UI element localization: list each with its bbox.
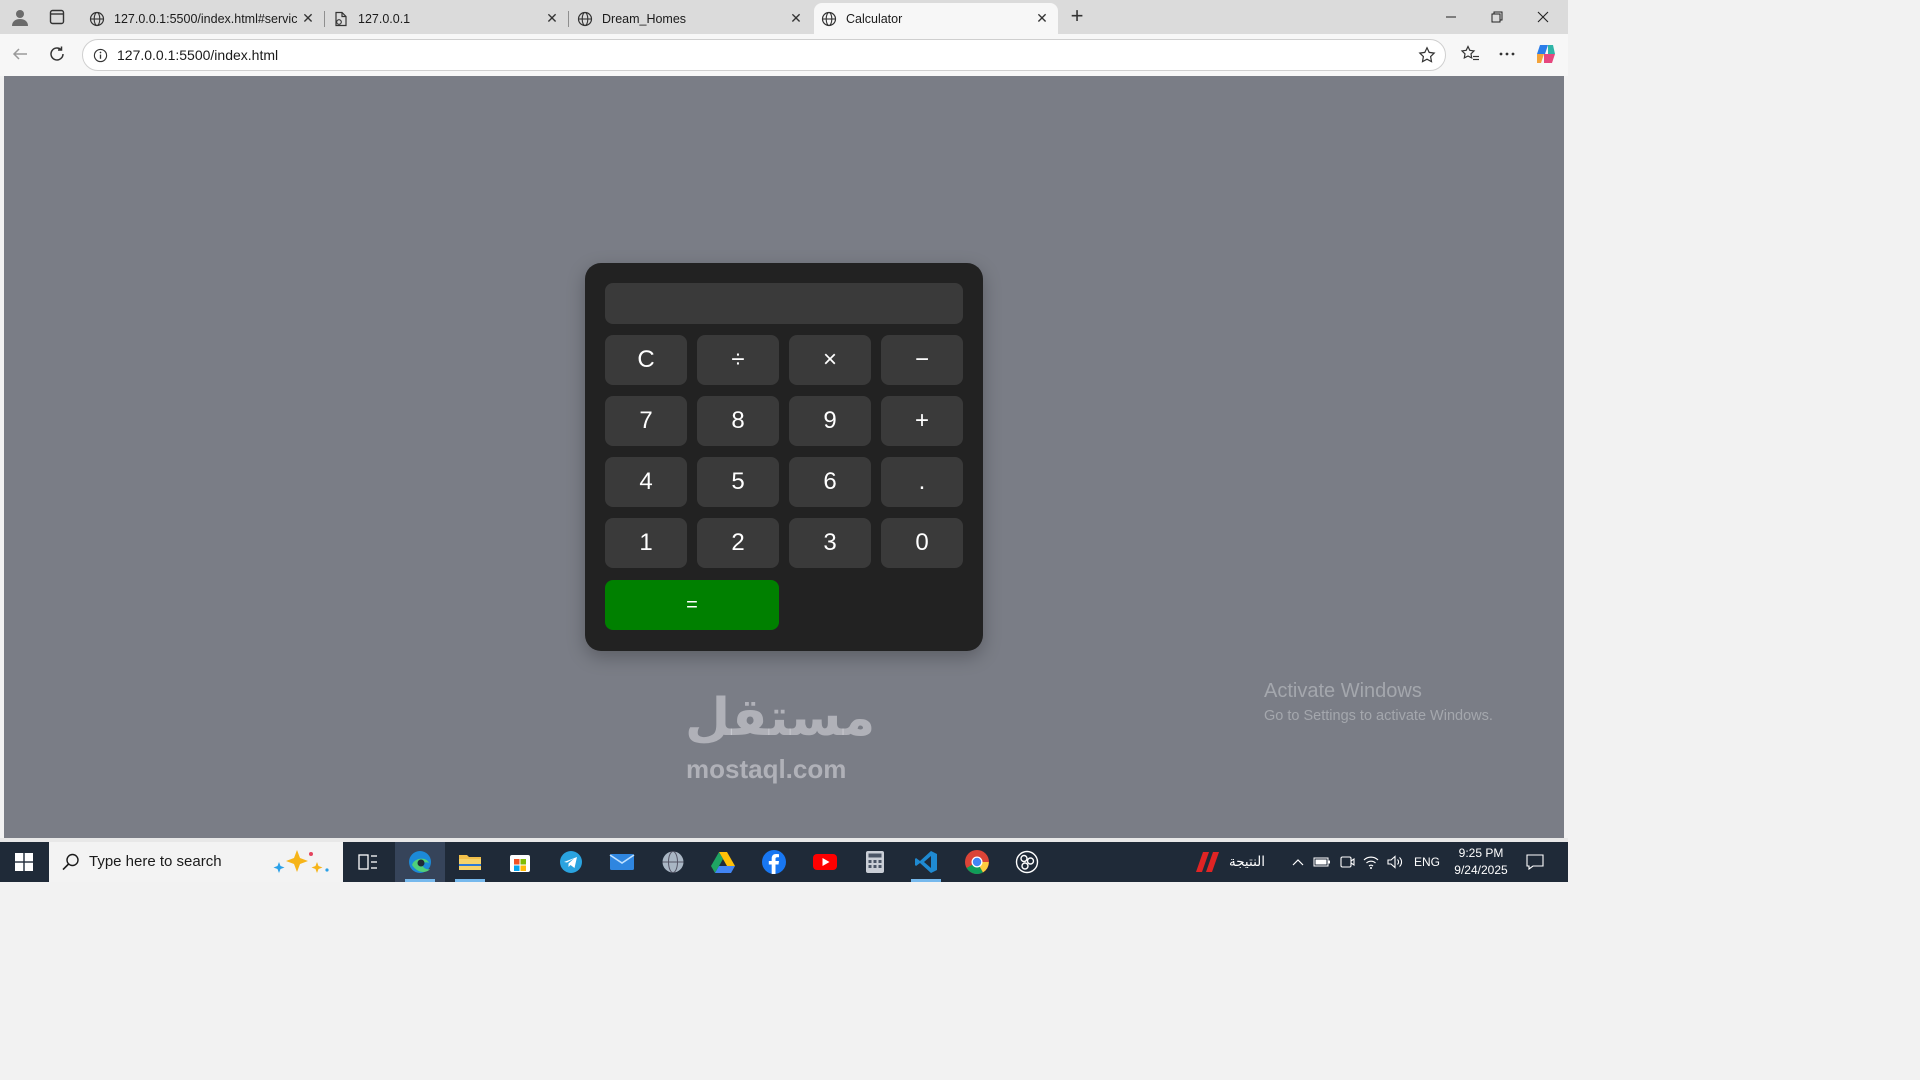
notifications-icon[interactable] [1520,842,1550,882]
key-multiply[interactable]: × [789,335,871,385]
globe-app-icon[interactable] [648,842,698,882]
close-window-icon[interactable] [1520,0,1566,34]
wifi-icon[interactable] [1360,842,1382,882]
copilot-icon[interactable] [1532,40,1560,68]
language-indicator[interactable]: ENG [1410,842,1444,882]
search-icon [61,852,81,872]
key-equals[interactable]: = [605,580,779,630]
news-widget[interactable]: النتيجة [1188,842,1272,882]
chrome-icon[interactable] [952,842,1002,882]
back-icon[interactable] [6,40,34,68]
tab-title: 127.0.0.1:5500/index.html#services [114,11,297,26]
sparkle-icon [267,848,333,876]
key-add[interactable]: + [881,396,963,446]
favorites-icon[interactable] [1456,40,1484,68]
mostaql-watermark: مستقل [685,688,876,748]
language-label: ENG [1413,855,1440,869]
globe-icon [821,11,837,27]
new-tab-button[interactable]: + [1064,4,1090,30]
globe-icon [89,11,105,27]
tab-strip: 127.0.0.1:5500/index.html#services ✕ 127… [0,0,1568,34]
taskbar-search-box[interactable]: Type here to search [49,842,343,882]
tab-localhost[interactable]: 127.0.0.1 ✕ [326,3,569,34]
mostaql-watermark-url: mostaql.com [686,754,847,784]
news-logo-icon [1195,851,1221,873]
chevron-up-icon[interactable] [1288,842,1308,882]
document-icon [333,11,349,27]
task-view-icon[interactable] [343,842,393,882]
mail-icon[interactable] [597,842,647,882]
site-info-icon[interactable] [91,46,109,64]
tab-dream-homes[interactable]: Dream_Homes ✕ [570,3,812,34]
tab-title: Dream_Homes [602,11,687,26]
activate-title: Activate Windows [1264,680,1422,702]
search-placeholder: Type here to search [89,853,222,870]
key-divide[interactable]: ÷ [697,335,779,385]
key-clear[interactable]: C [605,335,687,385]
key-3[interactable]: 3 [789,518,871,568]
tab-actions-icon[interactable] [42,3,72,31]
calculator-display[interactable] [605,283,963,324]
browser-toolbar: 127.0.0.1:5500/index.html [0,34,1568,76]
restore-icon[interactable] [1474,0,1520,34]
tab-title: 127.0.0.1 [358,11,411,26]
url-text: 127.0.0.1:5500/index.html [117,47,279,63]
clock-date: 9/24/2025 [1454,863,1508,877]
close-tab-icon[interactable]: ✕ [297,8,319,30]
windows-start-icon[interactable] [0,842,48,882]
tab-title: Calculator [846,11,903,26]
battery-icon[interactable] [1311,842,1333,882]
tab-services[interactable]: 127.0.0.1:5500/index.html#services ✕ [82,3,325,34]
profile-icon[interactable] [5,3,35,31]
clock-time: 9:25 PM [1458,846,1504,860]
key-9[interactable]: 9 [789,396,871,446]
calculator: C ÷ × − 7 8 9 + 4 5 6 . 1 2 3 0 = [585,263,983,651]
key-4[interactable]: 4 [605,457,687,507]
meet-now-icon[interactable] [1336,842,1358,882]
key-2[interactable]: 2 [697,518,779,568]
key-decimal[interactable]: . [881,457,963,507]
key-0[interactable]: 0 [881,518,963,568]
google-drive-icon[interactable] [698,842,748,882]
key-7[interactable]: 7 [605,396,687,446]
file-explorer-icon[interactable] [445,842,495,882]
taskbar: Type here to search النتيجة ENG 9:25 PM … [0,842,1568,882]
telegram-icon[interactable] [546,842,596,882]
close-tab-icon[interactable]: ✕ [1031,8,1053,30]
tab-calculator[interactable]: Calculator ✕ [814,3,1058,34]
key-8[interactable]: 8 [697,396,779,446]
clock[interactable]: 9:25 PM 9/24/2025 [1446,845,1516,879]
vscode-icon[interactable] [901,842,951,882]
key-subtract[interactable]: − [881,335,963,385]
globe-icon [577,11,593,27]
address-bar[interactable]: 127.0.0.1:5500/index.html [82,39,1446,71]
activate-windows-notice: Activate Windows Go to Settings to activ… [1264,680,1493,724]
more-options-icon[interactable] [1493,40,1521,68]
favorite-star-icon[interactable] [1417,45,1437,65]
key-6[interactable]: 6 [789,457,871,507]
close-tab-icon[interactable]: ✕ [785,8,807,30]
minimize-icon[interactable] [1428,0,1474,34]
close-tab-icon[interactable]: ✕ [541,8,563,30]
key-5[interactable]: 5 [697,457,779,507]
microsoft-store-icon[interactable] [495,842,545,882]
volume-icon[interactable] [1384,842,1406,882]
refresh-icon[interactable] [43,40,71,68]
key-1[interactable]: 1 [605,518,687,568]
news-label: النتيجة [1228,854,1266,869]
obs-icon[interactable] [1002,842,1052,882]
facebook-icon[interactable] [749,842,799,882]
edge-app-icon[interactable] [395,842,445,882]
youtube-icon[interactable] [800,842,850,882]
activate-subtitle: Go to Settings to activate Windows. [1264,708,1493,724]
calculator-app-icon[interactable] [850,842,900,882]
